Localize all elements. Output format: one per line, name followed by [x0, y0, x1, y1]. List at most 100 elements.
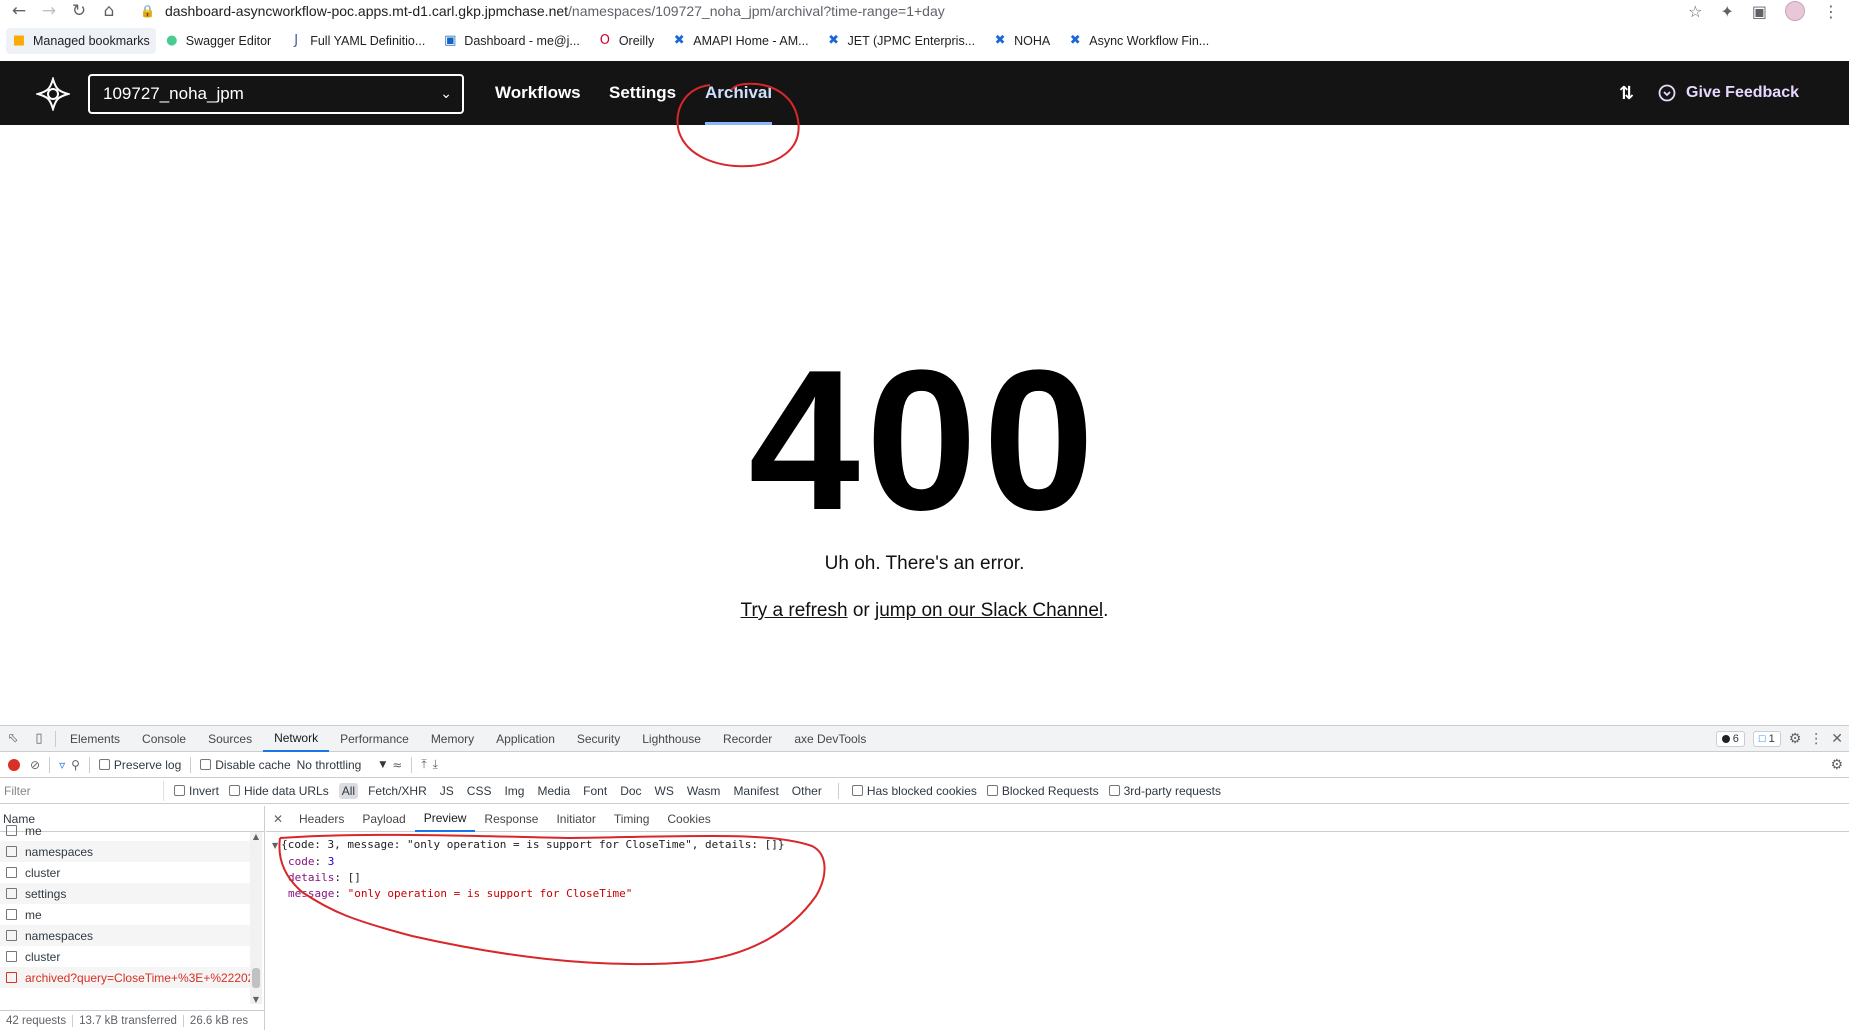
detail-tab-payload[interactable]: Payload [353, 806, 414, 832]
scroll-thumb[interactable] [252, 968, 260, 988]
bookmark-item[interactable]: ▣ Dashboard - me@j... [434, 28, 589, 54]
app-logo-icon[interactable] [36, 77, 70, 111]
bookmark-item[interactable]: ✖ Async Workflow Fin... [1059, 28, 1218, 54]
detail-tab-timing[interactable]: Timing [605, 806, 659, 832]
import-har-icon[interactable]: ⤒ [421, 757, 426, 772]
bookmark-item[interactable]: ✖ JET (JPMC Enterpris... [818, 28, 985, 54]
type-filter-img[interactable]: Img [501, 783, 527, 799]
home-icon[interactable]: ⌂ [94, 0, 124, 22]
bookmark-item[interactable]: ✖ NOHA [984, 28, 1059, 54]
search-icon[interactable]: ⚲ [71, 758, 80, 772]
record-icon[interactable] [8, 758, 20, 771]
devtools-tab-lighthouse[interactable]: Lighthouse [631, 726, 712, 752]
invert-checkbox[interactable]: Invert [174, 784, 219, 798]
star-icon[interactable]: ☆ [1688, 2, 1702, 21]
side-panel-icon[interactable]: ▣ [1752, 2, 1767, 21]
throttling-select[interactable]: No throttling ▼ [297, 758, 387, 772]
type-filter-fetch-xhr[interactable]: Fetch/XHR [365, 783, 430, 799]
devtools-tab-axe-devtools[interactable]: axe DevTools [783, 726, 877, 752]
scroll-up-icon[interactable]: ▲ [250, 832, 262, 841]
detail-tab-initiator[interactable]: Initiator [547, 806, 604, 832]
type-filter-manifest[interactable]: Manifest [730, 783, 781, 799]
menu-icon[interactable]: ⋮ [1823, 2, 1839, 21]
reload-icon[interactable]: ↻ [64, 0, 94, 22]
slack-channel-link[interactable]: jump on our Slack Channel [875, 600, 1103, 621]
third-party-checkbox[interactable]: 3rd-party requests [1108, 784, 1221, 798]
hide-data-urls-checkbox[interactable]: Hide data URLs [229, 784, 329, 798]
devtools-tab-elements[interactable]: Elements [59, 726, 131, 752]
device-toolbar-icon[interactable]: ▯ [26, 726, 52, 752]
filter-icon[interactable]: ▿ [59, 758, 65, 772]
clear-icon[interactable]: ⊘ [30, 758, 40, 772]
request-row[interactable]: cluster [0, 862, 250, 883]
export-har-icon[interactable]: ⤓ [433, 757, 438, 772]
app-header: 109727_noha_jpm ⌄ Workflows Settings Arc… [0, 61, 1849, 125]
close-devtools-icon[interactable]: ✕ [1831, 731, 1843, 747]
detail-tab-response[interactable]: Response [475, 806, 547, 832]
messages-badge[interactable]: □ 1 [1752, 731, 1781, 747]
devtools-tab-network[interactable]: Network [263, 726, 330, 752]
devtools-tab-performance[interactable]: Performance [329, 726, 420, 752]
scroll-down-icon[interactable]: ▼ [250, 995, 262, 1004]
type-filter-ws[interactable]: WS [652, 783, 677, 799]
preview-summary-row[interactable]: ▼ {code: 3, message: "only operation = is… [272, 837, 1849, 854]
type-filter-css[interactable]: CSS [464, 783, 495, 799]
request-row[interactable]: settings [0, 883, 250, 904]
give-feedback-button[interactable]: Give Feedback [1658, 84, 1799, 102]
preserve-log-checkbox[interactable]: Preserve log [98, 758, 181, 772]
address-input[interactable]: 🔒 dashboard-asyncworkflow-poc.apps.mt-d1… [140, 0, 945, 22]
type-filter-other[interactable]: Other [789, 783, 825, 799]
type-filter-js[interactable]: JS [437, 783, 457, 799]
try-refresh-link[interactable]: Try a refresh [741, 600, 848, 621]
network-conditions-icon[interactable]: ≈ [392, 758, 402, 772]
blocked-requests-checkbox[interactable]: Blocked Requests [986, 784, 1099, 798]
detail-tab-headers[interactable]: Headers [290, 806, 353, 832]
devtools-tab-console[interactable]: Console [131, 726, 197, 752]
devtools-tab-sources[interactable]: Sources [197, 726, 263, 752]
issues-badge[interactable]: 6 [1715, 731, 1745, 747]
request-row[interactable]: namespaces [0, 841, 250, 862]
bookmark-item[interactable]: J Full YAML Definitio... [280, 28, 434, 54]
expand-triangle-icon[interactable]: ▼ [272, 841, 278, 850]
namespace-select[interactable]: 109727_noha_jpm ⌄ [88, 74, 464, 114]
bookmark-item[interactable]: ■ Managed bookmarks [6, 28, 156, 54]
request-row[interactable]: namespaces [0, 925, 250, 946]
extensions-icon[interactable]: ✦ [1720, 2, 1733, 21]
nav-workflows[interactable]: Workflows [495, 61, 581, 125]
request-row[interactable]: me [0, 820, 250, 841]
type-filter-all[interactable]: All [338, 782, 359, 799]
bookmark-item[interactable]: ● Swagger Editor [156, 28, 280, 54]
sort-icon[interactable]: ⇅ [1619, 83, 1634, 104]
bookmark-item[interactable]: ✖ AMAPI Home - AM... [663, 28, 817, 54]
more-options-icon[interactable]: ⋮ [1809, 731, 1823, 747]
nav-settings[interactable]: Settings [609, 61, 676, 125]
type-filter-wasm[interactable]: Wasm [684, 783, 724, 799]
request-row[interactable]: me [0, 904, 250, 925]
profile-avatar[interactable] [1785, 1, 1805, 21]
disable-cache-checkbox[interactable]: Disable cache [200, 758, 291, 772]
filter-input[interactable]: Filter [4, 780, 164, 801]
type-filter-media[interactable]: Media [534, 783, 573, 799]
request-row[interactable]: version.json [0, 988, 250, 993]
detail-tab-cookies[interactable]: Cookies [658, 806, 719, 832]
settings-gear-icon[interactable]: ⚙ [1789, 731, 1802, 747]
devtools-tab-memory[interactable]: Memory [420, 726, 485, 752]
network-settings-gear-icon[interactable]: ⚙ [1830, 757, 1843, 773]
devtools-tab-security[interactable]: Security [566, 726, 631, 752]
close-detail-icon[interactable]: ✕ [266, 812, 290, 826]
type-filter-font[interactable]: Font [580, 783, 610, 799]
inspect-icon[interactable]: ⬁ [0, 726, 26, 752]
devtools-tab-application[interactable]: Application [485, 726, 566, 752]
has-blocked-cookies-checkbox[interactable]: Has blocked cookies [851, 784, 977, 798]
nav-archival[interactable]: Archival [705, 61, 773, 125]
checkbox-box [986, 785, 998, 796]
type-filter-doc[interactable]: Doc [617, 783, 644, 799]
request-row[interactable]: archived?query=CloseTime+%3E+%22202 [0, 967, 250, 988]
request-list-scrollbar[interactable]: ▲ ▼ [250, 832, 262, 1004]
forward-icon[interactable]: → [34, 0, 64, 22]
devtools-tab-recorder[interactable]: Recorder [712, 726, 783, 752]
request-row[interactable]: cluster [0, 946, 250, 967]
back-icon[interactable]: ← [4, 0, 34, 22]
detail-tab-preview[interactable]: Preview [414, 806, 476, 832]
bookmark-item[interactable]: O Oreilly [589, 28, 663, 54]
